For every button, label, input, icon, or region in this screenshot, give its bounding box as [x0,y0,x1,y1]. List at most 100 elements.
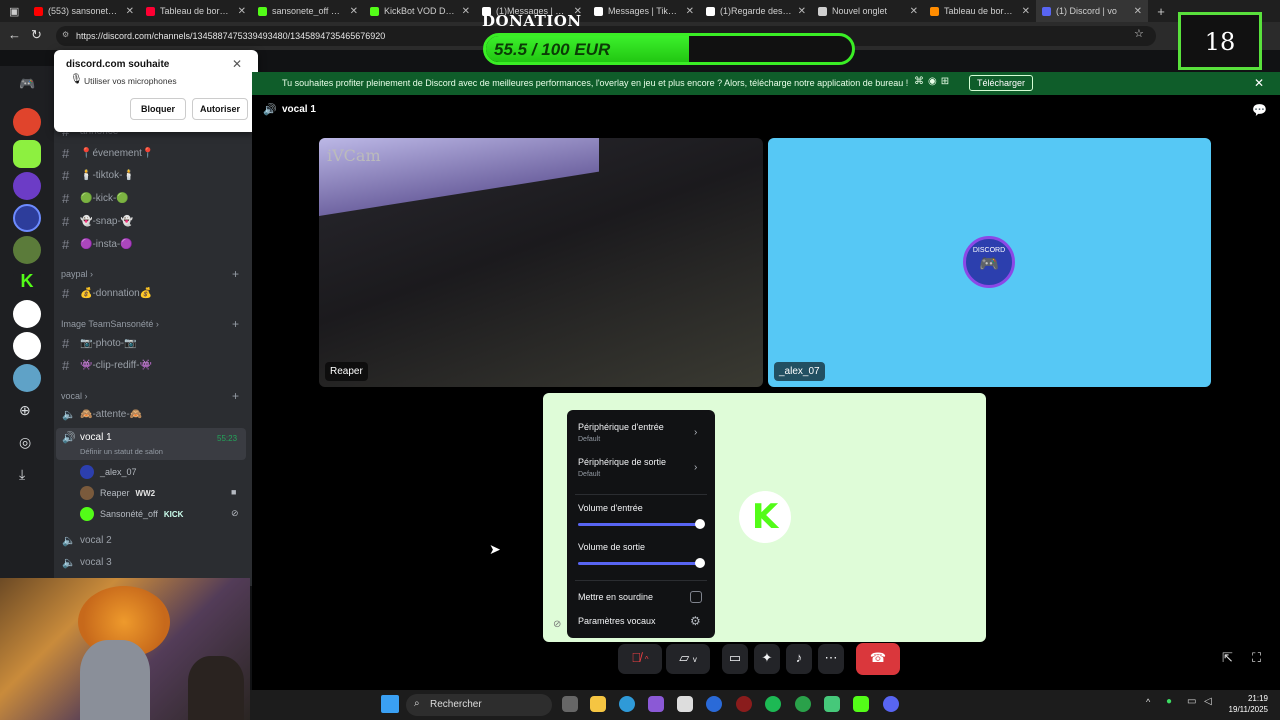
server-icon-1[interactable] [13,108,41,136]
server-icon-3[interactable] [13,172,41,200]
mute-mic-button[interactable]: 🎙̸ ^ [618,644,662,674]
copilot-icon[interactable] [648,696,664,712]
more-options-button[interactable]: ⋯ [818,644,844,674]
slider-knob[interactable] [695,519,705,529]
close-tab-icon[interactable]: ✕ [126,6,134,17]
channel-clip[interactable]: # 👾-clip-rediff-👾 [62,358,152,373]
mic-tray-icon[interactable]: ● [1166,696,1172,707]
browser-tab[interactable]: Messages | TikTok ✕ [588,0,700,22]
block-button[interactable]: Bloquer [130,98,186,120]
network-icon[interactable]: ▭ [1187,696,1196,707]
voice-member[interactable]: Reaper WW2 [80,486,155,500]
voice-channel-vocal2[interactable]: 🔈 vocal 2 [62,534,112,547]
server-icon-5[interactable] [13,236,41,264]
system-clock[interactable]: 21:19 19/11/2025 [1226,693,1268,715]
server-icon-7[interactable] [13,300,41,328]
browser-tab[interactable]: (553) sansonete_off ✕ [28,0,140,22]
screen-share-button[interactable]: ▭ [722,644,748,674]
output-volume-slider[interactable] [578,558,705,568]
voice-channel-vocal1-label[interactable]: 🔊 vocal 1 [62,431,112,444]
voice-settings-item[interactable]: Paramètres vocaux [578,616,656,626]
app-icon[interactable] [824,696,840,712]
add-channel-icon[interactable]: + [232,267,239,281]
add-server-icon[interactable]: ⊕ [19,402,31,419]
close-tab-icon[interactable]: ✕ [1134,6,1142,17]
voice-channel-attente[interactable]: 🔈 🙈-attente-🙈 [62,408,142,421]
video-tile-reaper[interactable]: iVCam Reaper [319,138,763,387]
server-icon-kick[interactable]: K [13,268,41,296]
task-view-icon[interactable] [562,696,578,712]
channel-snap[interactable]: # 👻-snap-👻 [62,214,133,229]
back-icon[interactable]: ← [8,27,21,42]
browser-tab[interactable]: KickBot VOD Downl ✕ [364,0,476,22]
channel-insta[interactable]: # 🟣-insta-🟣 [62,237,133,252]
close-tab-icon[interactable]: ✕ [1022,6,1030,17]
input-device-item[interactable]: Périphérique d'entrée [578,422,664,432]
input-volume-slider[interactable] [578,519,705,529]
discord-home-icon[interactable]: 🎮 [19,76,35,92]
site-info-icon[interactable]: ⚙ [62,30,69,39]
close-tab-icon[interactable]: ✕ [910,6,918,17]
category-image[interactable]: Image TeamSansonété › [61,319,159,329]
slider-knob[interactable] [695,558,705,568]
tray-chevron-icon[interactable]: ^ [1146,697,1150,707]
windows-start-icon[interactable] [381,695,399,713]
store-icon[interactable] [677,696,693,712]
edge-icon[interactable] [619,696,635,712]
download-button[interactable]: Télécharger [969,75,1034,91]
popout-icon[interactable]: ⇱ [1222,650,1233,666]
bookmark-star-icon[interactable]: ☆ [1134,27,1144,40]
close-tab-icon[interactable]: ✕ [238,6,246,17]
close-tab-icon[interactable]: ✕ [350,6,358,17]
category-paypal[interactable]: paypal › [61,269,93,279]
activities-button[interactable]: ✦ [754,644,780,674]
new-tab-button[interactable]: + [1148,4,1174,19]
kick-app-icon[interactable] [853,696,869,712]
channel-kick[interactable]: # 🟢-kick-🟢 [62,191,129,206]
browser-tab[interactable]: Tableau de bord de ✕ [140,0,252,22]
channel-evenement[interactable]: # 📍évenement📍 [62,146,154,161]
add-channel-icon[interactable]: + [232,317,239,331]
channel-status-prompt[interactable]: Définir un statut de salon [80,447,163,456]
close-icon[interactable]: ✕ [1254,76,1264,90]
close-tab-icon[interactable]: ✕ [798,6,806,17]
category-vocal[interactable]: vocal › [61,391,88,401]
app-icon[interactable] [706,696,722,712]
add-channel-icon[interactable]: + [232,389,239,403]
server-icon-8[interactable] [13,332,41,360]
output-device-item[interactable]: Périphérique de sortie [578,457,666,467]
video-tile-alex[interactable]: DISCORD 🎮 _alex_07 [768,138,1211,387]
browser-tab[interactable]: (1) Discord | vo ✕ [1036,0,1148,22]
end-call-button[interactable]: ☎ [856,643,900,675]
browser-tab[interactable]: (1)Regarde des vidé ✕ [700,0,812,22]
camera-toggle-button[interactable]: ▱ v [666,644,710,674]
channel-photo[interactable]: # 📷-photo-📷 [62,336,137,351]
reload-icon[interactable]: ↻ [31,27,42,43]
browser-tab[interactable]: Nouvel onglet ✕ [812,0,924,22]
fullscreen-icon[interactable]: ⛶ [1252,650,1261,666]
server-icon-4[interactable] [13,204,41,232]
voice-channel-vocal3[interactable]: 🔈 vocal 3 [62,556,112,569]
allow-button[interactable]: Autoriser [192,98,248,120]
app-icon[interactable] [736,696,752,712]
xbox-icon[interactable] [795,696,811,712]
discord-app-icon[interactable] [883,696,899,712]
channel-donnation[interactable]: # 💰-donnation💰 [62,286,152,301]
file-explorer-icon[interactable] [590,696,606,712]
browser-tab[interactable]: Tableau de bord - [✕ [924,0,1036,22]
voice-member[interactable]: _alex_07 [80,465,137,479]
volume-icon[interactable]: ◁ [1204,696,1212,707]
discover-icon[interactable]: ◎ [19,434,31,451]
channel-tiktok[interactable]: # 🕯️-tiktok-🕯️ [62,168,135,183]
spotify-icon[interactable] [765,696,781,712]
browser-tab[interactable]: sansonete_off Strea ✕ [252,0,364,22]
gear-icon[interactable]: ⚙ [690,614,701,628]
close-tab-icon[interactable]: ✕ [462,6,470,17]
taskbar-search[interactable]: ⌕ Rechercher [406,694,552,716]
mute-checkbox[interactable] [690,591,702,603]
download-apps-icon[interactable]: ⤓ [19,466,25,483]
tab-actions-icon[interactable]: ▣ [0,5,28,18]
server-icon-9[interactable] [13,364,41,392]
soundboard-button[interactable]: ♪ [786,644,812,674]
close-icon[interactable]: ✕ [232,57,242,71]
